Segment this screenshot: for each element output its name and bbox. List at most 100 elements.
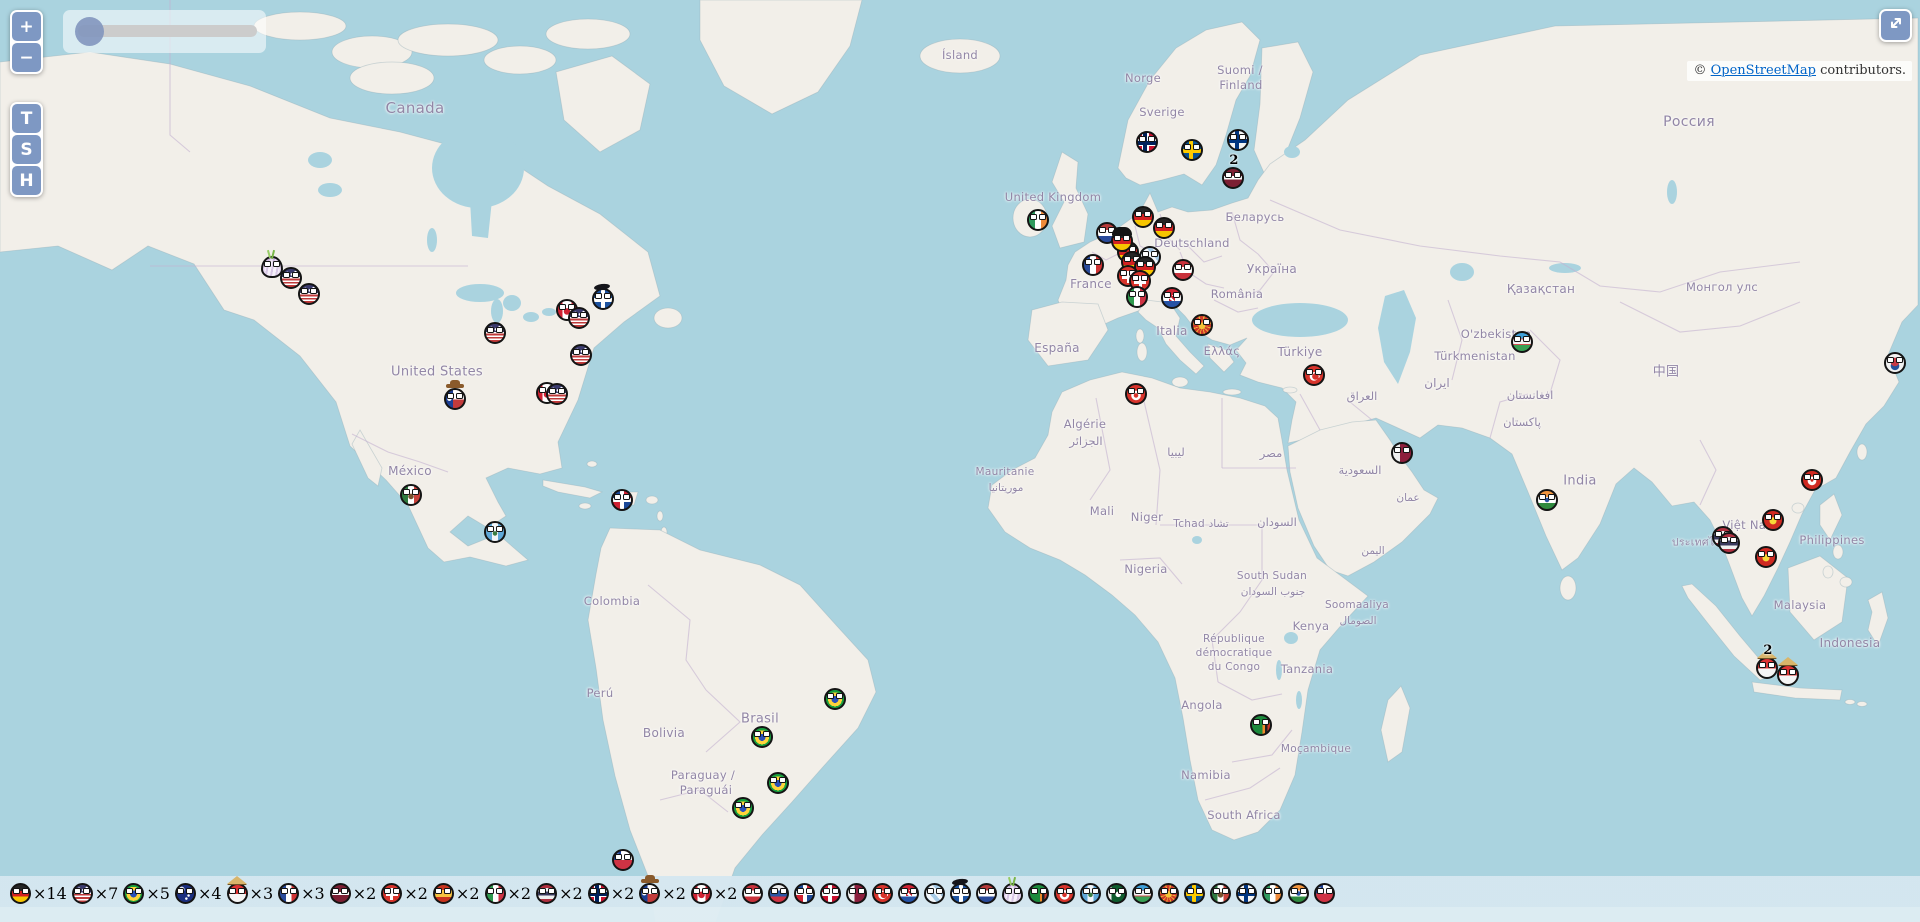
marker-turkey[interactable] — [1303, 364, 1325, 386]
ball-eyes — [744, 888, 761, 894]
legend-ball-chile — [1314, 883, 1335, 904]
marker-usa[interactable] — [298, 283, 320, 305]
cluster-count-badge: 2 — [1763, 643, 1772, 658]
legend-item-sweden — [1184, 880, 1205, 906]
layer-button-h[interactable]: H — [12, 166, 41, 195]
zoom-in-button[interactable]: + — [12, 12, 41, 41]
legend-count: ×2 — [611, 884, 635, 903]
marker-zambia[interactable] — [1250, 714, 1272, 736]
marker-germany[interactable] — [1132, 206, 1154, 228]
legend-ball-latvia — [330, 883, 351, 904]
ball-eyes — [332, 888, 349, 894]
legend-ball-india — [1288, 883, 1309, 904]
marker-norway[interactable] — [1136, 131, 1158, 153]
marker-quebec[interactable] — [592, 288, 614, 310]
ball-eyes — [1212, 888, 1229, 894]
landmass-greenland — [700, 0, 862, 114]
marker-uzbekistan[interactable] — [1511, 331, 1533, 353]
ball-eyes — [263, 261, 281, 267]
layer-button-s[interactable]: S — [12, 135, 41, 164]
fullscreen-button[interactable] — [1881, 11, 1910, 40]
landmass-borneo — [1788, 556, 1848, 640]
layer-button-t[interactable]: T — [12, 104, 41, 133]
marker-croatia[interactable] — [1161, 287, 1183, 309]
marker-usa[interactable] — [280, 267, 302, 289]
marker-italy[interactable] — [1126, 286, 1148, 308]
marker-brazil[interactable] — [824, 688, 846, 710]
marker-usa[interactable] — [484, 322, 506, 344]
marker-latvia[interactable]: 2 — [1222, 167, 1244, 189]
ball-eyes — [952, 888, 969, 894]
marker-germany-hair[interactable] — [1111, 230, 1133, 252]
legend-ball-onion — [1002, 883, 1023, 904]
legend-count: ×2 — [353, 884, 377, 903]
legend-item-guatemala — [1080, 880, 1101, 906]
legend-item-chile — [1314, 880, 1335, 906]
marker-india[interactable] — [1536, 489, 1558, 511]
marker-usa[interactable] — [568, 307, 590, 329]
legend-item-texas: ×2 — [639, 880, 686, 906]
ball-eyes — [1886, 357, 1904, 363]
zoom-out-button[interactable]: − — [12, 43, 41, 72]
marker-france[interactable] — [1082, 254, 1104, 276]
marker-thailand[interactable] — [1718, 532, 1740, 554]
marker-texas[interactable] — [444, 388, 466, 410]
openstreetmap-link[interactable]: OpenStreetMap — [1711, 63, 1816, 78]
marker-usa[interactable] — [570, 344, 592, 366]
landmass-baffin — [556, 56, 650, 152]
landmass-java — [1752, 682, 1842, 700]
timeline-slider[interactable] — [63, 10, 266, 53]
legend-item-spain: ×2 — [433, 880, 480, 906]
marker-hong-kong[interactable] — [1801, 469, 1823, 491]
marker-austria[interactable] — [1172, 259, 1194, 281]
marker-qatar[interactable] — [1391, 442, 1413, 464]
slider-handle[interactable] — [75, 17, 104, 46]
marker-brazil[interactable] — [767, 772, 789, 794]
ball-eyes — [229, 888, 246, 894]
ball-eyes — [486, 526, 504, 532]
ball-eyes — [614, 854, 632, 860]
marker-dominican-republic[interactable] — [611, 489, 633, 511]
legend-ball-brazil — [123, 883, 144, 904]
map-canvas[interactable]: CanadaUnited StatesMéxicoColombiaPerúBol… — [0, 0, 1920, 922]
legend-item-quebec — [950, 880, 971, 906]
legend-item-bavaria — [924, 880, 945, 906]
marker-finland[interactable] — [1227, 129, 1249, 151]
marker-south-korea[interactable] — [1884, 352, 1906, 374]
ball-eyes — [1084, 259, 1102, 265]
legend-item-finland — [1236, 880, 1257, 906]
ball-eyes — [1720, 537, 1738, 543]
legend-item-france: ×3 — [278, 880, 325, 906]
legend-ball-quebec — [950, 883, 971, 904]
marker-indonesia[interactable]: 2 — [1756, 657, 1778, 679]
marker-chile[interactable] — [612, 849, 634, 871]
marker-tunisia[interactable] — [1125, 383, 1147, 405]
attribution-suffix: contributors. — [1820, 63, 1906, 78]
marker-brazil[interactable] — [751, 726, 773, 748]
slider-track[interactable] — [78, 25, 257, 37]
marker-brazil[interactable] — [732, 797, 754, 819]
cowboy-hat-icon — [446, 384, 464, 388]
marker-north-macedonia[interactable] — [1191, 314, 1213, 336]
legend-count: ×2 — [508, 884, 532, 903]
marker-indonesia[interactable] — [1777, 664, 1799, 686]
legend-item-russia — [768, 880, 789, 906]
marker-ireland[interactable] — [1027, 209, 1049, 231]
ball-eyes — [978, 888, 995, 894]
ball-eyes — [1160, 888, 1177, 894]
marker-usa[interactable] — [546, 383, 568, 405]
ball-eyes — [1163, 292, 1181, 298]
ball-eyes — [1155, 222, 1173, 228]
legend-item-north-macedonia — [1158, 880, 1179, 906]
marker-germany[interactable] — [1153, 217, 1175, 239]
marker-guatemala[interactable] — [484, 521, 506, 543]
marker-vietnam[interactable] — [1755, 546, 1777, 568]
ball-eyes — [1136, 261, 1154, 267]
legend-item-switzerland: ×2 — [381, 880, 428, 906]
marker-mexico[interactable] — [400, 484, 422, 506]
legend-item-norway: ×2 — [588, 880, 635, 906]
cluster-count-badge: 2 — [1229, 153, 1238, 168]
marker-sweden[interactable] — [1181, 139, 1203, 161]
ball-eyes — [826, 693, 844, 699]
marker-vietnam[interactable] — [1762, 509, 1784, 531]
